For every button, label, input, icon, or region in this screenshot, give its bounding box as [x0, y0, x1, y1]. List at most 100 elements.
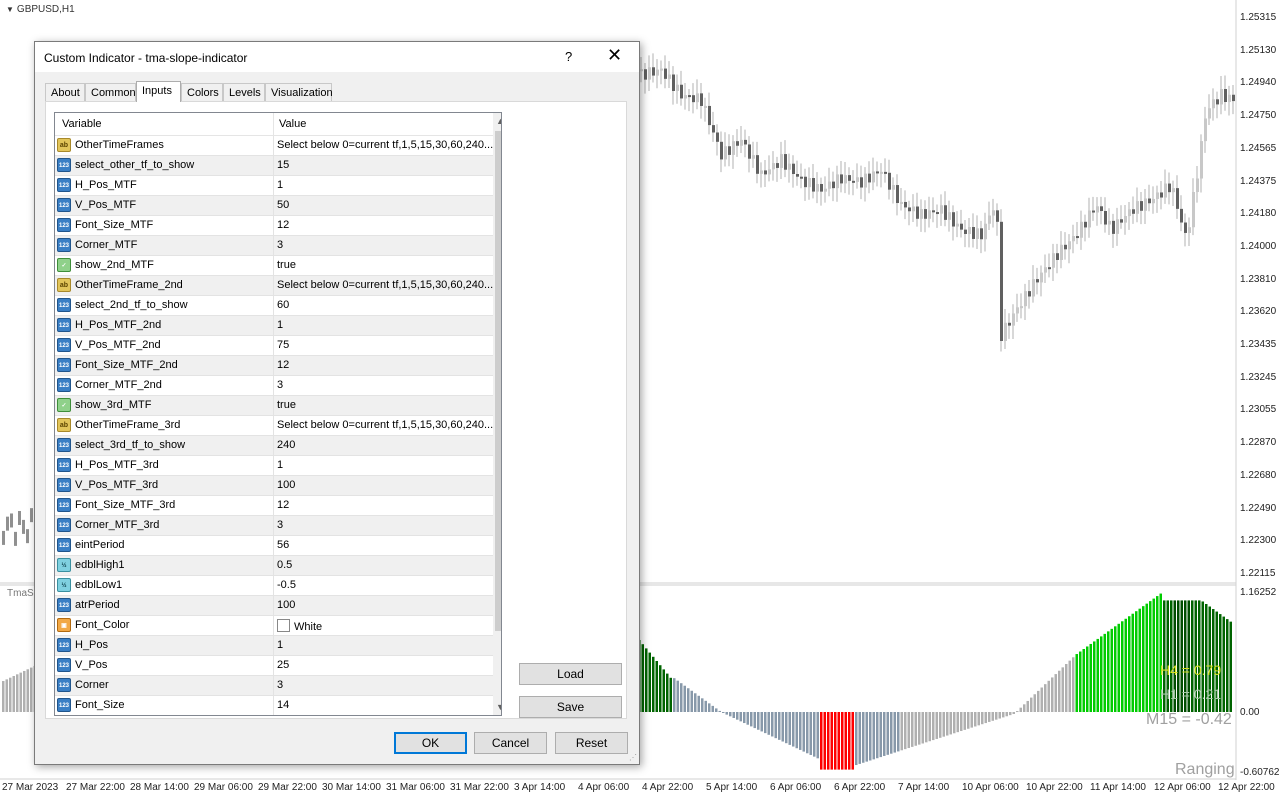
variable-value[interactable]: 3: [277, 379, 493, 391]
input-row[interactable]: 123 H_Pos_MTF_2nd 1: [55, 316, 493, 336]
variable-value[interactable]: 3: [277, 679, 493, 691]
variable-value[interactable]: 14: [277, 699, 493, 711]
variable-value[interactable]: 100: [277, 479, 493, 491]
input-row[interactable]: 123 Font_Size_MTF_2nd 12: [55, 356, 493, 376]
input-row[interactable]: 123 Font_Size_MTF 12: [55, 216, 493, 236]
variable-value[interactable]: 15: [277, 159, 493, 171]
param-type-int-icon: 123: [57, 218, 71, 232]
variable-value[interactable]: 1: [277, 639, 493, 651]
variable-value[interactable]: 1: [277, 459, 493, 471]
slope-histogram-bar: [1152, 598, 1155, 712]
candle-body: [844, 175, 847, 184]
slope-histogram-bar: [760, 712, 763, 732]
input-row[interactable]: 123 select_2nd_tf_to_show 60: [55, 296, 493, 316]
tab-common[interactable]: Common: [85, 83, 136, 101]
input-row[interactable]: 123 V_Pos_MTF 50: [55, 196, 493, 216]
variable-value[interactable]: White: [277, 619, 493, 633]
variable-value[interactable]: -0.5: [277, 579, 493, 591]
variable-value[interactable]: 240: [277, 439, 493, 451]
variable-value[interactable]: 25: [277, 659, 493, 671]
input-row[interactable]: ½ edblHigh1 0.5: [55, 556, 493, 576]
input-row[interactable]: 123 Corner 3: [55, 676, 493, 696]
input-row[interactable]: ½ edblLow1 -0.5: [55, 576, 493, 596]
variable-value[interactable]: 3: [277, 519, 493, 531]
input-row[interactable]: 123 Font_Size_MTF_3rd 12: [55, 496, 493, 516]
param-type-int-icon: 123: [57, 378, 71, 392]
tab-colors[interactable]: Colors: [181, 83, 223, 101]
variable-name: Font_Size: [75, 699, 125, 711]
variable-value[interactable]: 3: [277, 239, 493, 251]
input-row[interactable]: ab OtherTimeFrame_2nd Select below 0=curre…: [55, 276, 493, 296]
input-row[interactable]: 123 Font_Size 14: [55, 696, 493, 715]
input-row[interactable]: 123 Corner_MTF_3rd 3: [55, 516, 493, 536]
input-row[interactable]: ✓ show_3rd_MTF true: [55, 396, 493, 416]
ok-button[interactable]: OK: [394, 732, 467, 754]
slope-histogram-bar: [781, 712, 784, 742]
tab-levels[interactable]: Levels: [223, 83, 265, 101]
input-row[interactable]: 123 select_3rd_tf_to_show 240: [55, 436, 493, 456]
candle-body: [980, 228, 983, 240]
input-row[interactable]: 123 eintPeriod 56: [55, 536, 493, 556]
variable-value[interactable]: 56: [277, 539, 493, 551]
slope-histogram-bar: [729, 712, 732, 717]
dialog-titlebar[interactable]: Custom Indicator - tma-slope-indicator ?…: [35, 42, 639, 72]
input-row[interactable]: ✓ show_2nd_MTF true: [55, 256, 493, 276]
variable-value[interactable]: Select below 0=current tf,1,5,15,30,60,2…: [277, 279, 493, 291]
variable-value[interactable]: 1: [277, 179, 493, 191]
variable-value[interactable]: Select below 0=current tf,1,5,15,30,60,2…: [277, 419, 493, 431]
slope-histogram-bar: [666, 673, 669, 712]
resize-grip-icon[interactable]: ⋰: [629, 753, 637, 762]
candle-body: [1052, 253, 1055, 268]
reset-button[interactable]: Reset: [555, 732, 628, 754]
load-button[interactable]: Load: [519, 663, 622, 685]
input-row[interactable]: 123 H_Pos_MTF_3rd 1: [55, 456, 493, 476]
tab-visualization[interactable]: Visualization: [265, 83, 333, 101]
input-row[interactable]: 123 V_Pos_MTF_2nd 75: [55, 336, 493, 356]
slope-histogram-bar: [2, 681, 5, 712]
variable-value[interactable]: 100: [277, 599, 493, 611]
variable-value[interactable]: 12: [277, 359, 493, 371]
input-row[interactable]: ab OtherTimeFrames Select below 0=current …: [55, 136, 493, 156]
input-row[interactable]: 123 H_Pos_MTF 1: [55, 176, 493, 196]
tab-inputs[interactable]: Inputs: [136, 81, 181, 102]
input-row[interactable]: 123 V_Pos_MTF_3rd 100: [55, 476, 493, 496]
grid-scrollbar[interactable]: ▲ ▼: [493, 113, 501, 715]
input-row[interactable]: 123 Corner_MTF_2nd 3: [55, 376, 493, 396]
variable-value[interactable]: true: [277, 399, 493, 411]
candle-body: [932, 210, 935, 213]
variable-value[interactable]: 1: [277, 319, 493, 331]
input-row[interactable]: 123 atrPeriod 100: [55, 596, 493, 616]
scrollbar-thumb[interactable]: [495, 131, 501, 631]
value-column-header[interactable]: Value: [279, 118, 306, 130]
variable-value[interactable]: true: [277, 259, 493, 271]
input-row[interactable]: ab OtherTimeFrame_3rd Select below 0=curre…: [55, 416, 493, 436]
variable-value[interactable]: 12: [277, 219, 493, 231]
candle-body: [684, 95, 687, 99]
cancel-button[interactable]: Cancel: [474, 732, 547, 754]
variable-value[interactable]: 12: [277, 499, 493, 511]
slope-histogram-bar: [977, 712, 980, 726]
scroll-up-icon[interactable]: ▲: [496, 116, 501, 126]
scroll-down-icon[interactable]: ▼: [496, 702, 501, 712]
slope-histogram-bar: [1110, 628, 1113, 712]
variable-value[interactable]: Select below 0=current tf,1,5,15,30,60,2…: [277, 139, 493, 151]
param-type-int-icon: 123: [57, 238, 71, 252]
param-type-int-icon: 123: [57, 298, 71, 312]
input-row[interactable]: 123 H_Pos 1: [55, 636, 493, 656]
variable-value[interactable]: 0.5: [277, 559, 493, 571]
input-row[interactable]: 123 V_Pos 25: [55, 656, 493, 676]
color-swatch[interactable]: [277, 619, 290, 632]
input-row[interactable]: 123 select_other_tf_to_show 15: [55, 156, 493, 176]
save-button[interactable]: Save: [519, 696, 622, 718]
help-icon[interactable]: ?: [565, 49, 572, 64]
input-row[interactable]: ▣ Font_Color White: [55, 616, 493, 636]
inputs-grid[interactable]: Variable Value ab OtherTimeFrames Select b…: [54, 112, 502, 716]
variable-value[interactable]: 60: [277, 299, 493, 311]
input-rows: ab OtherTimeFrames Select below 0=current …: [55, 136, 493, 715]
variable-value[interactable]: 50: [277, 199, 493, 211]
variable-column-header[interactable]: Variable: [62, 118, 102, 130]
input-row[interactable]: 123 Corner_MTF 3: [55, 236, 493, 256]
variable-value[interactable]: 75: [277, 339, 493, 351]
close-icon[interactable]: ✕: [607, 46, 622, 64]
tab-about[interactable]: About: [45, 83, 85, 101]
